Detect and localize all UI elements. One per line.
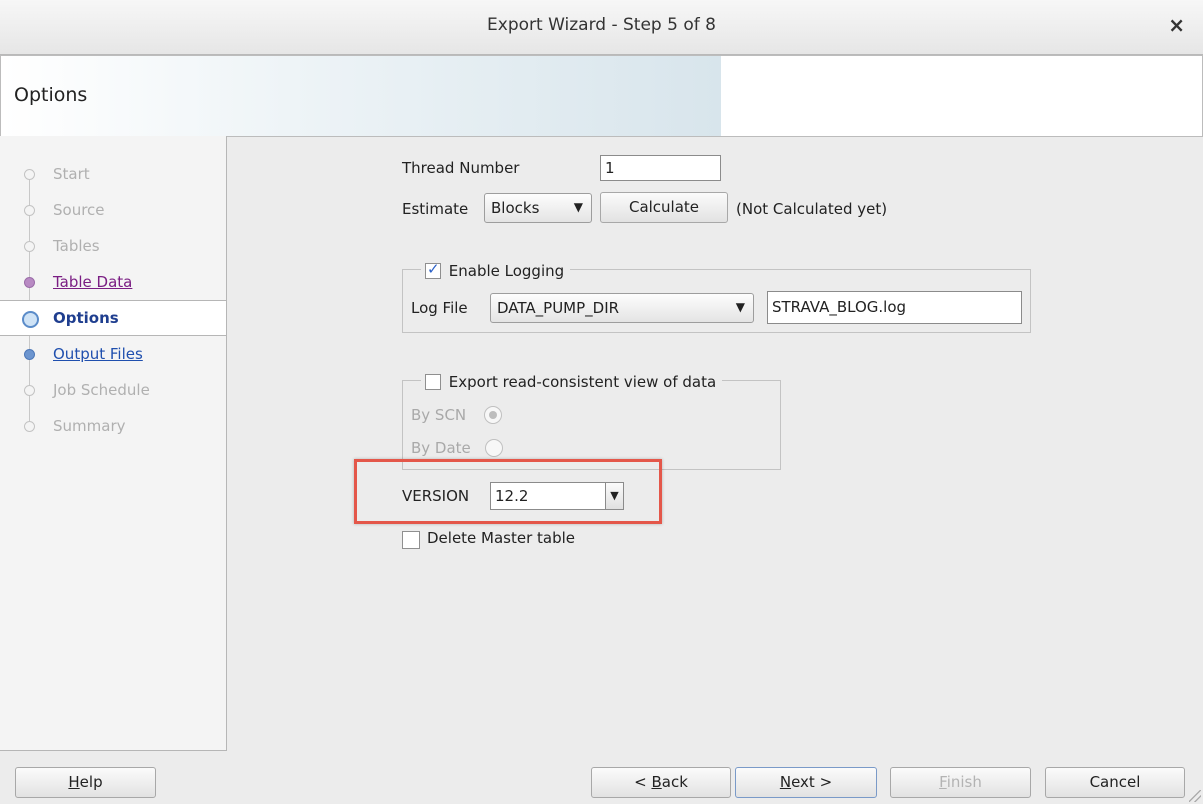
nav-step-table-data[interactable]: Table Data [0, 265, 226, 299]
read-consistent-label[interactable]: Export read-consistent view of data [449, 373, 716, 391]
delete-master-label[interactable]: Delete Master table [427, 529, 575, 547]
estimate-select-value: Blocks [491, 199, 540, 217]
nav-step-output-files[interactable]: Output Files [0, 337, 226, 371]
by-scn-radio [484, 406, 502, 424]
nav-step-label: Options [53, 309, 119, 327]
step-start-icon [24, 169, 35, 180]
checkmark-icon: ✓ [427, 260, 440, 278]
options-panel: Thread Number 1 Estimate Blocks ▼ Calcul… [227, 136, 1203, 750]
resize-grip-icon[interactable] [1189, 790, 1201, 802]
estimate-select[interactable]: Blocks ▼ [484, 193, 592, 223]
log-file-label: Log File [411, 299, 468, 317]
window-titlebar: Export Wizard - Step 5 of 8 × [0, 0, 1203, 55]
log-directory-value: DATA_PUMP_DIR [497, 299, 620, 317]
nav-step-label: Tables [53, 237, 100, 255]
back-mnemonic: B [651, 773, 662, 791]
header-gradient [1, 56, 721, 136]
nav-step-label: Summary [53, 417, 126, 435]
version-label: VERSION [402, 487, 470, 505]
window-title: Export Wizard - Step 5 of 8 [487, 15, 716, 35]
step-source-icon [24, 205, 35, 216]
help-label-rest: elp [79, 773, 103, 791]
nav-step-source: Source [0, 193, 226, 227]
help-mnemonic: H [68, 773, 80, 791]
nav-step-label[interactable]: Output Files [53, 345, 143, 363]
enable-logging-label[interactable]: Enable Logging [449, 262, 564, 280]
next-label-rest: ext > [791, 773, 833, 791]
finish-mnemonic: F [939, 773, 947, 791]
chevron-down-icon[interactable]: ▼ [605, 483, 623, 509]
calculate-button[interactable]: Calculate [600, 192, 728, 223]
nav-step-label: Start [53, 165, 90, 183]
step-table-data-icon [24, 277, 35, 288]
thread-number-label: Thread Number [402, 159, 520, 177]
chevron-down-icon: ▼ [573, 200, 583, 214]
by-date-radio [485, 439, 503, 457]
radio-selected-icon [489, 411, 497, 419]
nav-step-label[interactable]: Table Data [53, 273, 132, 291]
read-consistent-checkbox[interactable] [425, 374, 441, 390]
log-filename-input[interactable]: STRAVA_BLOG.log [767, 291, 1022, 324]
chevron-down-icon: ▼ [735, 300, 745, 314]
read-consistent-group-legend: Export read-consistent view of data [421, 371, 723, 393]
nav-step-start: Start [0, 157, 226, 191]
estimate-status: (Not Calculated yet) [736, 200, 888, 218]
finish-button: Finish [890, 767, 1031, 798]
next-button[interactable]: Next > [735, 767, 877, 798]
step-tables-icon [24, 241, 35, 252]
log-directory-select[interactable]: DATA_PUMP_DIR ▼ [490, 293, 754, 323]
by-scn-label: By SCN [411, 406, 467, 424]
step-summary-icon [24, 421, 35, 432]
enable-logging-checkbox[interactable]: ✓ [425, 260, 441, 279]
back-label-rest: ack [661, 773, 688, 791]
cancel-button[interactable]: Cancel [1045, 767, 1185, 798]
nav-step-summary: Summary [0, 409, 226, 443]
logging-group-legend: ✓ Enable Logging [421, 260, 571, 282]
nav-step-label: Job Schedule [53, 381, 150, 399]
nav-step-label: Source [53, 201, 105, 219]
step-options-icon [22, 311, 39, 328]
close-icon[interactable]: × [1168, 13, 1185, 37]
finish-label-rest: inish [946, 773, 982, 791]
back-button[interactable]: < Back [591, 767, 731, 798]
page-title: Options [14, 84, 88, 106]
nav-step-tables: Tables [0, 229, 226, 263]
back-prefix: < [634, 773, 652, 791]
delete-master-checkbox[interactable] [402, 531, 420, 549]
step-output-files-icon [24, 349, 35, 360]
help-button[interactable]: Help [15, 767, 156, 798]
next-mnemonic: N [779, 773, 792, 791]
version-select[interactable]: 12.2 ▼ [490, 482, 624, 510]
version-select-value: 12.2 [495, 487, 529, 505]
by-date-label: By Date [411, 439, 471, 457]
wizard-steps-nav: Start Source Tables Table Data Options O… [0, 136, 227, 751]
thread-number-input[interactable]: 1 [600, 155, 721, 181]
nav-step-job-schedule: Job Schedule [0, 373, 226, 407]
nav-step-options[interactable]: Options [0, 300, 226, 336]
estimate-label: Estimate [402, 200, 469, 218]
page-header: Options [0, 55, 1203, 137]
step-job-schedule-icon [24, 385, 35, 396]
